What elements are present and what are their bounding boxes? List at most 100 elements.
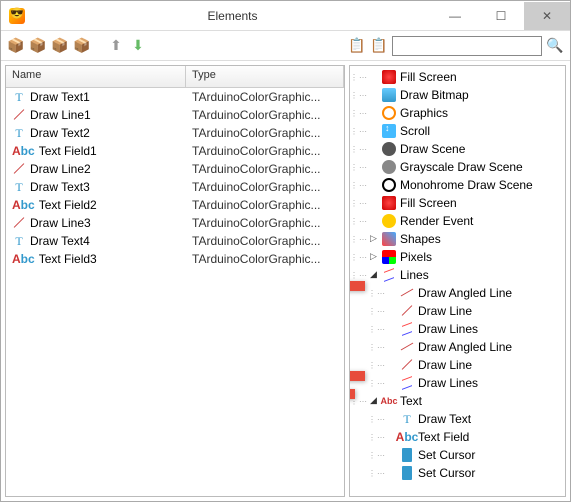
tree-node[interactable]: ⋮⋯TDraw Text: [350, 410, 565, 428]
expand-icon[interactable]: ▷: [368, 252, 379, 263]
node-label: Draw Angled Line: [418, 286, 512, 300]
node-label: Draw Line: [418, 358, 472, 372]
tree-node[interactable]: ⋮⋯Scroll: [350, 122, 565, 140]
line-icon: [12, 216, 26, 230]
expand-icon: [386, 306, 397, 317]
table-header: Name Type: [6, 66, 344, 88]
cell-name: TDraw Text3: [6, 180, 186, 194]
table-row[interactable]: TDraw Text1TArduinoColorGraphic...: [6, 88, 344, 106]
tree-node[interactable]: ⋮⋯AbcText Field: [350, 428, 565, 446]
search-input[interactable]: [392, 36, 542, 56]
tree-node[interactable]: ⋮⋯Grayscale Draw Scene: [350, 158, 565, 176]
tree-node[interactable]: ⋮⋯ Draw Angled Line: [350, 338, 565, 356]
node-icon: [381, 267, 397, 283]
node-label: Render Event: [400, 214, 473, 228]
row-type: TArduinoColorGraphic...: [192, 126, 321, 140]
tree-node[interactable]: ⋮⋯Draw Angled Line: [350, 284, 565, 302]
mono-icon: [382, 178, 396, 192]
angled-icon: [400, 286, 414, 300]
tree-node[interactable]: ⋮⋯Fill Screen: [350, 194, 565, 212]
tree-node[interactable]: ⋮⋯Draw Lines: [350, 320, 565, 338]
tree-node[interactable]: ⋮⋯Draw Scene: [350, 140, 565, 158]
tree-node[interactable]: ⋮⋯Draw Line: [350, 302, 565, 320]
tree-indent: ⋮⋯: [350, 343, 386, 352]
table-row[interactable]: AbcText Field1TArduinoColorGraphic...: [6, 142, 344, 160]
window-buttons: — ☐ ✕: [432, 2, 570, 30]
node-icon: Abc: [399, 429, 415, 445]
titlebar[interactable]: Elements — ☐ ✕: [1, 1, 570, 31]
tree-indent: ⋮⋯: [350, 253, 368, 262]
table-row[interactable]: Draw Line2TArduinoColorGraphic...: [6, 160, 344, 178]
node-label: Draw Line: [418, 304, 472, 318]
row-name: Text Field2: [39, 198, 97, 212]
tree-indent: ⋮⋯: [350, 91, 368, 100]
expand-icon: [368, 108, 379, 119]
cell-type: TArduinoColorGraphic...: [186, 180, 344, 194]
maximize-button[interactable]: ☐: [478, 2, 524, 30]
column-name[interactable]: Name: [6, 66, 186, 87]
copy-icon[interactable]: 📋: [348, 37, 366, 55]
node-icon: [399, 375, 415, 391]
expand-icon[interactable]: ▷: [368, 234, 379, 245]
tree-node[interactable]: ⋮⋯▷Pixels: [350, 248, 565, 266]
paste-icon[interactable]: 📋: [370, 37, 388, 55]
cell-name: AbcText Field2: [6, 198, 186, 212]
drawscene-icon: [382, 142, 396, 156]
tree-node[interactable]: ⋮⋯Draw Lines: [350, 374, 565, 392]
up-icon[interactable]: ⬆: [107, 37, 125, 55]
tree-node[interactable]: ⋮⋯Draw Line: [350, 356, 565, 374]
cell-name: AbcText Field1: [6, 144, 186, 158]
row-type: TArduinoColorGraphic...: [192, 216, 321, 230]
delete-icon[interactable]: 📦: [73, 37, 91, 55]
node-label: Draw Angled Line: [418, 340, 512, 354]
expand-icon: [386, 378, 397, 389]
column-type[interactable]: Type: [186, 66, 344, 87]
tree-node[interactable]: ⋮⋯ Draw Bitmap: [350, 86, 565, 104]
table-row[interactable]: TDraw Text4TArduinoColorGraphic...: [6, 232, 344, 250]
textfield-icon: Abc: [396, 430, 419, 444]
expand-icon[interactable]: ◢: [368, 396, 379, 407]
cell-type: TArduinoColorGraphic...: [186, 234, 344, 248]
tree-node[interactable]: ⋮⋯Render Event: [350, 212, 565, 230]
drawtext-icon: T: [12, 126, 26, 140]
tree-node[interactable]: ⋮⋯Set Cursor: [350, 446, 565, 464]
table-row[interactable]: AbcText Field3TArduinoColorGraphic...: [6, 250, 344, 268]
down-icon[interactable]: ⬇: [129, 37, 147, 55]
cell-type: TArduinoColorGraphic...: [186, 144, 344, 158]
table-row[interactable]: Draw Line1TArduinoColorGraphic...: [6, 106, 344, 124]
expand-icon: [386, 360, 397, 371]
tree-node[interactable]: ⋮⋯▷Shapes: [350, 230, 565, 248]
tree-node[interactable]: ⋮⋯Monohrome Draw Scene: [350, 176, 565, 194]
cell-name: Draw Line2: [6, 162, 186, 176]
node-label: Fill Screen: [400, 70, 457, 84]
expand-icon: [386, 468, 397, 479]
tree-node[interactable]: ⋮⋯Set Cursor: [350, 464, 565, 482]
table-row[interactable]: TDraw Text2TArduinoColorGraphic...: [6, 124, 344, 142]
add-icon[interactable]: 📦: [7, 37, 25, 55]
table-row[interactable]: AbcText Field2TArduinoColorGraphic...: [6, 196, 344, 214]
tree-node[interactable]: ⋮⋯◢Lines: [350, 266, 565, 284]
search-icon[interactable]: 🔍: [546, 37, 564, 55]
table-row[interactable]: TDraw Text3TArduinoColorGraphic...: [6, 178, 344, 196]
edit-icon[interactable]: 📦: [51, 37, 69, 55]
lines-icon: [382, 268, 396, 282]
node-label: Draw Bitmap: [400, 88, 469, 102]
tree-indent: ⋮⋯: [350, 451, 386, 460]
tree-node[interactable]: ⋮⋯◢AbcText: [350, 392, 565, 410]
expand-icon: [386, 342, 397, 353]
angled-icon: [400, 340, 414, 354]
cell-type: TArduinoColorGraphic...: [186, 198, 344, 212]
close-button[interactable]: ✕: [524, 2, 570, 30]
table-row[interactable]: Draw Line3TArduinoColorGraphic...: [6, 214, 344, 232]
add2-icon[interactable]: 📦: [29, 37, 47, 55]
minimize-button[interactable]: —: [432, 2, 478, 30]
tree-indent: ⋮⋯: [350, 199, 368, 208]
tree-node[interactable]: ⋮⋯Graphics: [350, 104, 565, 122]
node-label: Text: [400, 394, 422, 408]
pixels-icon: [382, 250, 396, 264]
grayscale-icon: [382, 160, 396, 174]
tree-indent: ⋮⋯: [350, 469, 386, 478]
cell-type: TArduinoColorGraphic...: [186, 162, 344, 176]
expand-icon[interactable]: ◢: [368, 270, 379, 281]
tree-node[interactable]: ⋮⋯Fill Screen: [350, 68, 565, 86]
